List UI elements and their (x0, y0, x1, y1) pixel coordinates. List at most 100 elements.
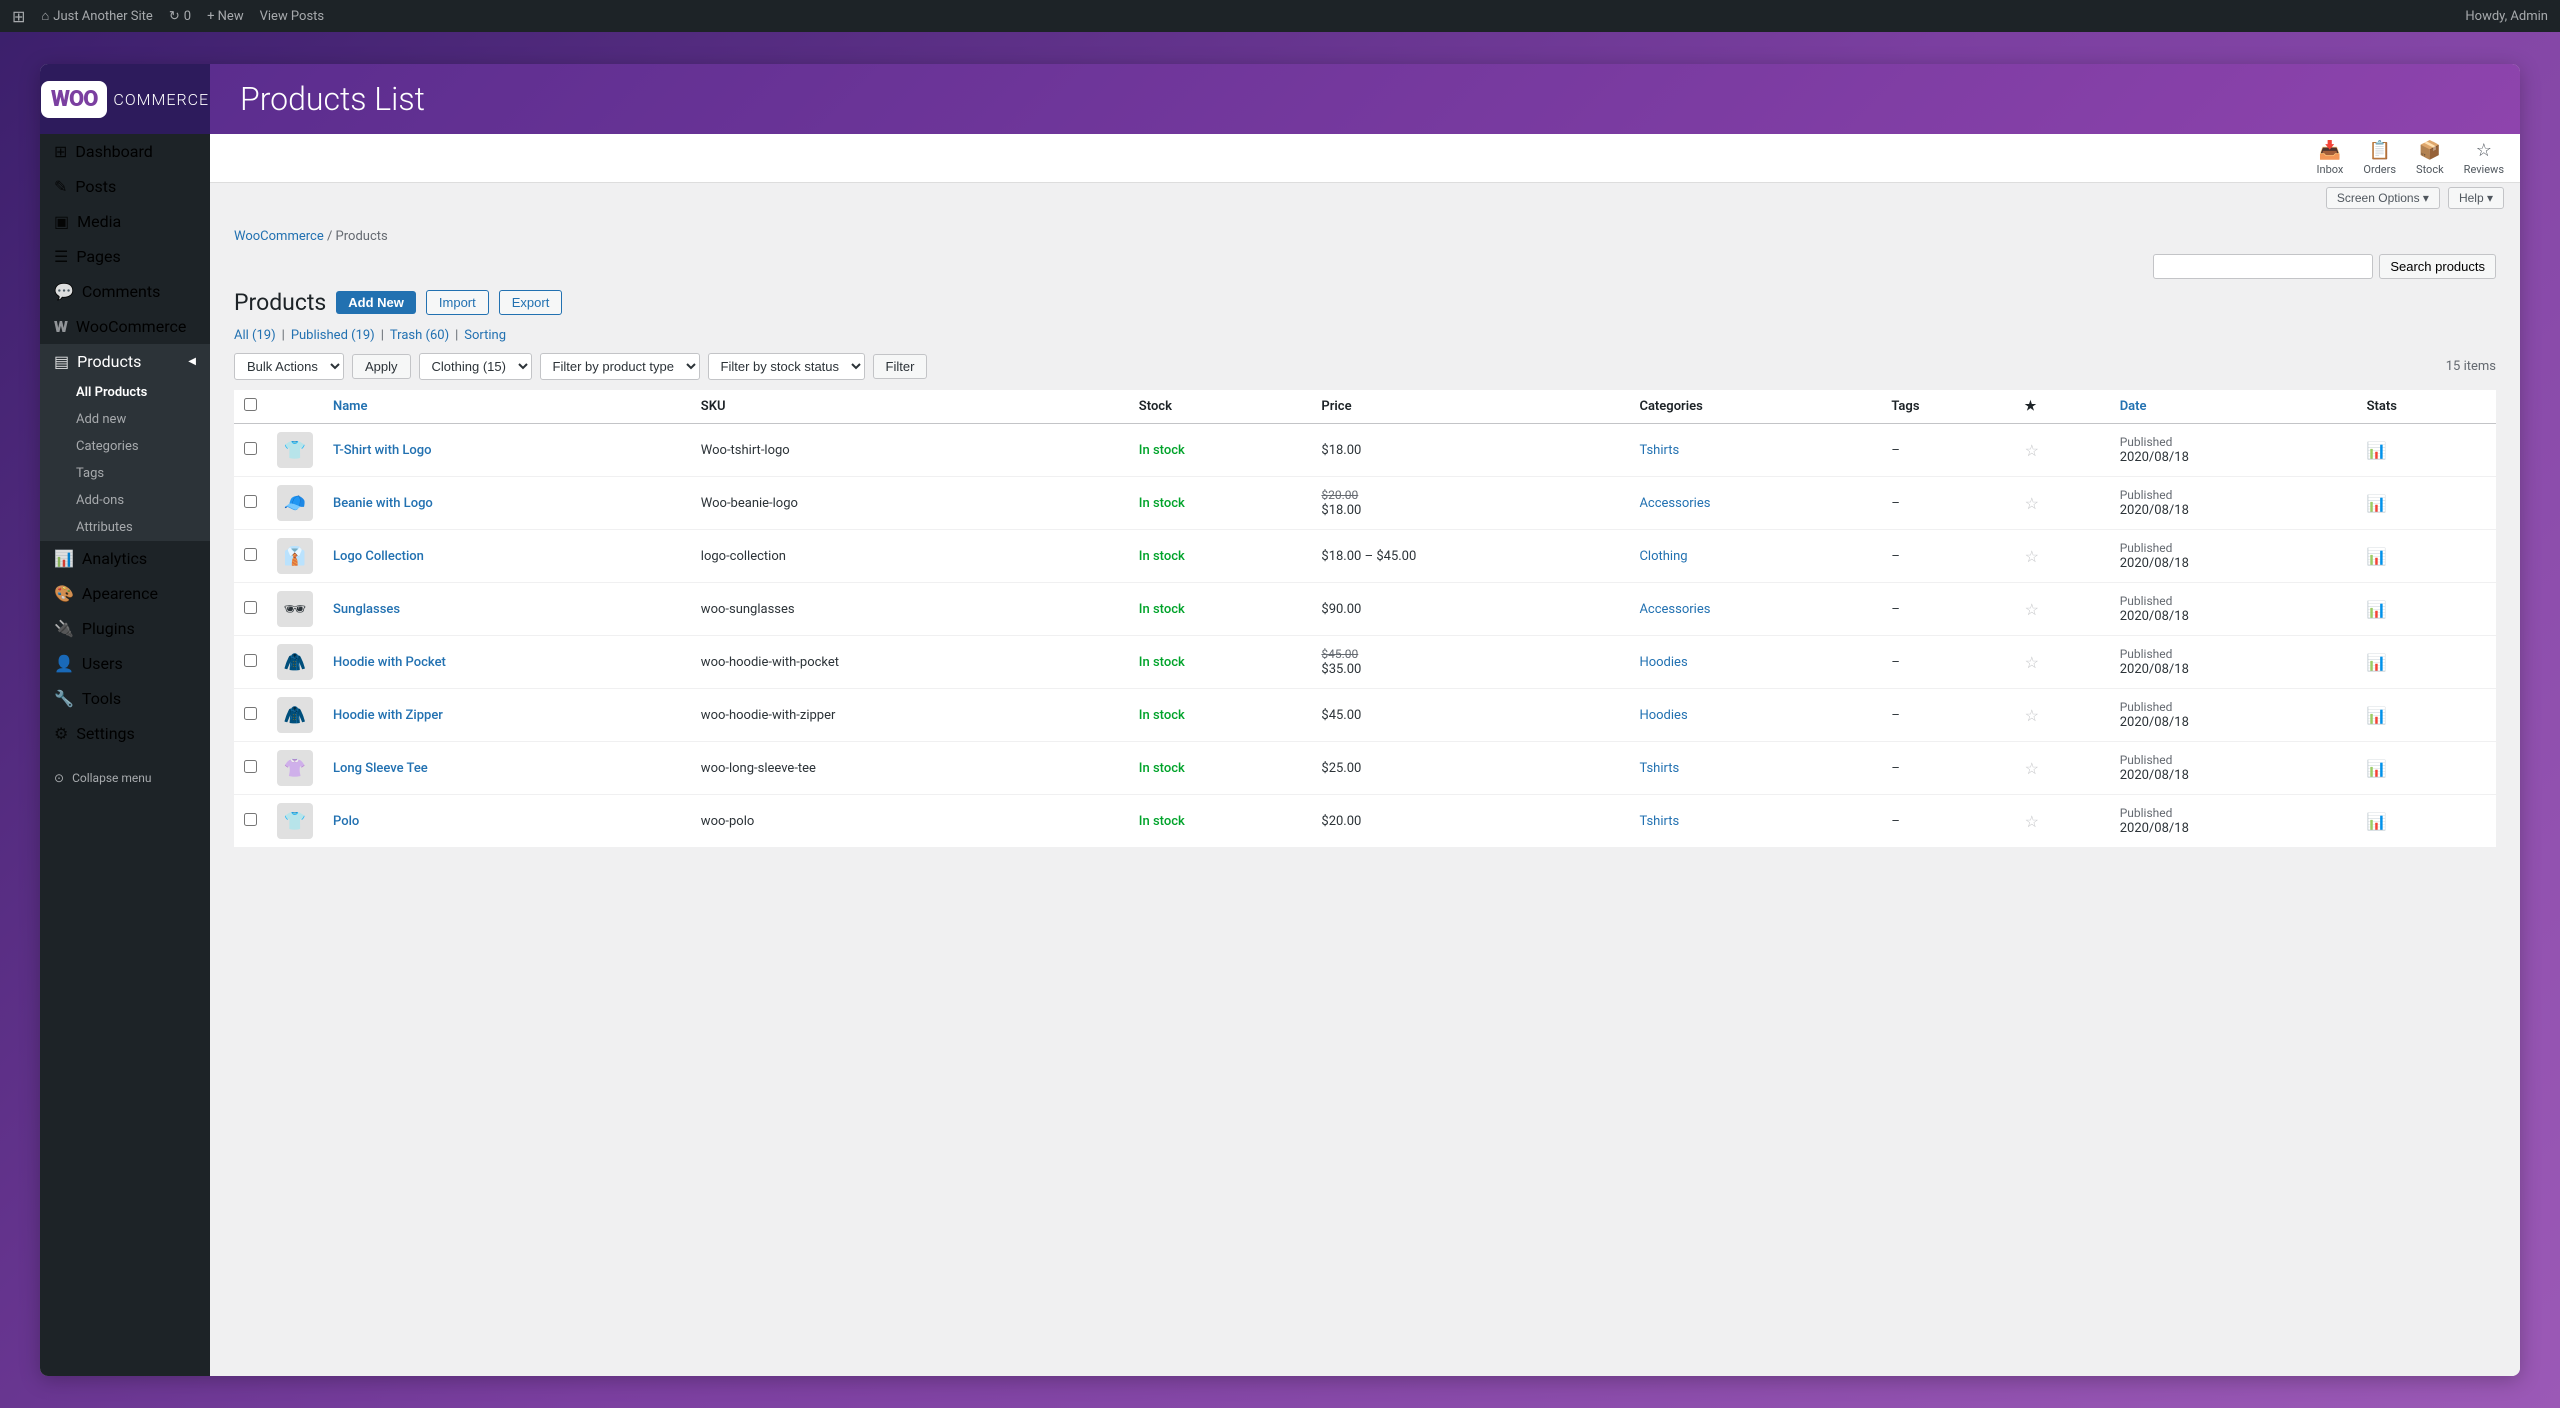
search-products-button[interactable]: Search products (2379, 254, 2496, 279)
category-link[interactable]: Accessories (1639, 496, 1710, 511)
sidebar-item-analytics[interactable]: 📊 Analytics (40, 541, 210, 576)
star-toggle[interactable]: ☆ (2025, 600, 2039, 619)
row-checkbox-8[interactable] (244, 813, 257, 826)
row-checkbox-7[interactable] (244, 760, 257, 773)
product-name-link[interactable]: Sunglasses (333, 602, 400, 617)
sidebar-item-comments[interactable]: 💬 Comments (40, 274, 210, 309)
row-checkbox-2[interactable] (244, 495, 257, 508)
import-button[interactable]: Import (426, 290, 489, 315)
row-checkbox-5[interactable] (244, 654, 257, 667)
sidebar-item-posts[interactable]: ✎ Posts (40, 169, 210, 204)
star-toggle[interactable]: ☆ (2025, 759, 2039, 778)
sidebar-subitem-add-new[interactable]: Add new (40, 406, 210, 433)
reviews-icon-item[interactable]: ☆ Reviews (2464, 140, 2504, 176)
star-toggle[interactable]: ☆ (2025, 494, 2039, 513)
apply-button[interactable]: Apply (352, 354, 411, 379)
view-posts-item[interactable]: View Posts (260, 9, 325, 24)
name-header[interactable]: Name (323, 390, 691, 424)
sidebar-item-woocommerce[interactable]: W WooCommerce (40, 309, 210, 344)
sidebar-label-dashboard: Dashboard (75, 142, 152, 161)
site-name-item[interactable]: ⌂ Just Another Site (41, 8, 152, 24)
trash-filter-link[interactable]: Trash (60) (390, 328, 449, 343)
star-toggle[interactable]: ☆ (2025, 812, 2039, 831)
sidebar-item-dashboard[interactable]: ⊞ Dashboard (40, 134, 210, 169)
stats-chart-icon[interactable]: 📊 (2367, 759, 2387, 778)
sidebar-item-appearance[interactable]: 🎨 Apearence (40, 576, 210, 611)
sidebar-item-settings[interactable]: ⚙ Settings (40, 716, 210, 751)
sidebar-item-plugins[interactable]: 🔌 Plugins (40, 611, 210, 646)
help-button[interactable]: Help ▾ (2448, 187, 2504, 209)
app-wrapper: ⊞ ⌂ Just Another Site ↻ 0 + New View Pos… (0, 0, 2560, 1408)
row-checkbox-6[interactable] (244, 707, 257, 720)
product-name-link[interactable]: Logo Collection (333, 549, 424, 564)
row-checkbox-1[interactable] (244, 442, 257, 455)
clothing-filter-select[interactable]: Clothing (15) (419, 353, 532, 380)
breadcrumb-woocommerce-link[interactable]: WooCommerce (234, 229, 324, 244)
woo-commerce-text: COMMERCE (113, 90, 209, 109)
sidebar-item-products[interactable]: ▤ Products ◀ (40, 344, 210, 379)
row-checkbox-cell (234, 583, 267, 636)
orders-icon-item[interactable]: 📋 Orders (2363, 140, 2396, 176)
stock-icon-item[interactable]: 📦 Stock (2416, 140, 2444, 176)
sidebar-subitem-tags[interactable]: Tags (40, 460, 210, 487)
stock-status-filter-select[interactable]: Filter by stock status (708, 353, 865, 380)
product-name-link[interactable]: T-Shirt with Logo (333, 443, 432, 458)
sidebar-label-woocommerce: WooCommerce (76, 317, 186, 336)
reviews-icon: ☆ (2476, 140, 2492, 161)
category-link[interactable]: Hoodies (1639, 708, 1687, 723)
stats-chart-icon[interactable]: 📊 (2367, 600, 2387, 619)
update-item[interactable]: ↻ 0 (169, 9, 191, 24)
all-filter-link[interactable]: All (19) (234, 328, 276, 343)
star-toggle[interactable]: ☆ (2025, 547, 2039, 566)
select-all-checkbox[interactable] (244, 398, 257, 411)
product-tags-cell: – (1881, 424, 2014, 477)
search-input[interactable] (2153, 254, 2373, 279)
stats-chart-icon[interactable]: 📊 (2367, 812, 2387, 831)
sidebar-subitem-categories[interactable]: Categories (40, 433, 210, 460)
row-checkbox-4[interactable] (244, 601, 257, 614)
filter-button[interactable]: Filter (873, 354, 928, 379)
inbox-icon-item[interactable]: 📥 Inbox (2317, 140, 2344, 176)
table-row: 🧢 Beanie with Logo Woo-beanie-logo In st… (234, 477, 2496, 530)
category-link[interactable]: Tshirts (1639, 443, 1679, 458)
product-categories-cell: Accessories (1629, 477, 1881, 530)
stats-chart-icon[interactable]: 📊 (2367, 494, 2387, 513)
product-name-link[interactable]: Hoodie with Zipper (333, 708, 443, 723)
category-link[interactable]: Tshirts (1639, 814, 1679, 829)
star-toggle[interactable]: ☆ (2025, 653, 2039, 672)
export-button[interactable]: Export (499, 290, 563, 315)
product-type-filter-select[interactable]: Filter by product type (540, 353, 700, 380)
bulk-actions-select[interactable]: Bulk Actions (234, 353, 344, 380)
new-item[interactable]: + New (207, 9, 244, 24)
stats-chart-icon[interactable]: 📊 (2367, 706, 2387, 725)
date-header[interactable]: Date (2110, 390, 2357, 424)
add-new-button[interactable]: Add New (336, 291, 416, 314)
sidebar-item-media[interactable]: ▣ Media (40, 204, 210, 239)
stats-chart-icon[interactable]: 📊 (2367, 441, 2387, 460)
category-link[interactable]: Hoodies (1639, 655, 1687, 670)
category-link[interactable]: Tshirts (1639, 761, 1679, 776)
wp-logo-icon[interactable]: ⊞ (12, 7, 25, 26)
sidebar-item-tools[interactable]: 🔧 Tools (40, 681, 210, 716)
row-checkbox-3[interactable] (244, 548, 257, 561)
sidebar-subitem-add-ons[interactable]: Add-ons (40, 487, 210, 514)
stats-chart-icon[interactable]: 📊 (2367, 547, 2387, 566)
category-link[interactable]: Accessories (1639, 602, 1710, 617)
screen-options-button[interactable]: Screen Options ▾ (2326, 187, 2440, 209)
product-name-link[interactable]: Hoodie with Pocket (333, 655, 446, 670)
stats-chart-icon[interactable]: 📊 (2367, 653, 2387, 672)
collapse-menu-button[interactable]: ⊙ Collapse menu (40, 761, 210, 795)
product-name-link[interactable]: Polo (333, 814, 359, 829)
category-link[interactable]: Clothing (1639, 549, 1687, 564)
sorting-filter-link[interactable]: Sorting (464, 328, 506, 343)
sidebar-item-users[interactable]: 👤 Users (40, 646, 210, 681)
product-name-link[interactable]: Long Sleeve Tee (333, 761, 428, 776)
sidebar-item-pages[interactable]: ☰ Pages (40, 239, 210, 274)
star-toggle[interactable]: ☆ (2025, 706, 2039, 725)
sidebar-subitem-all-products[interactable]: All Products (40, 379, 210, 406)
product-name-link[interactable]: Beanie with Logo (333, 496, 433, 511)
star-toggle[interactable]: ☆ (2025, 441, 2039, 460)
published-filter-link[interactable]: Published (19) (291, 328, 375, 343)
sidebar-subitem-attributes[interactable]: Attributes (40, 514, 210, 541)
product-date-cell: Published 2020/08/18 (2110, 689, 2357, 742)
